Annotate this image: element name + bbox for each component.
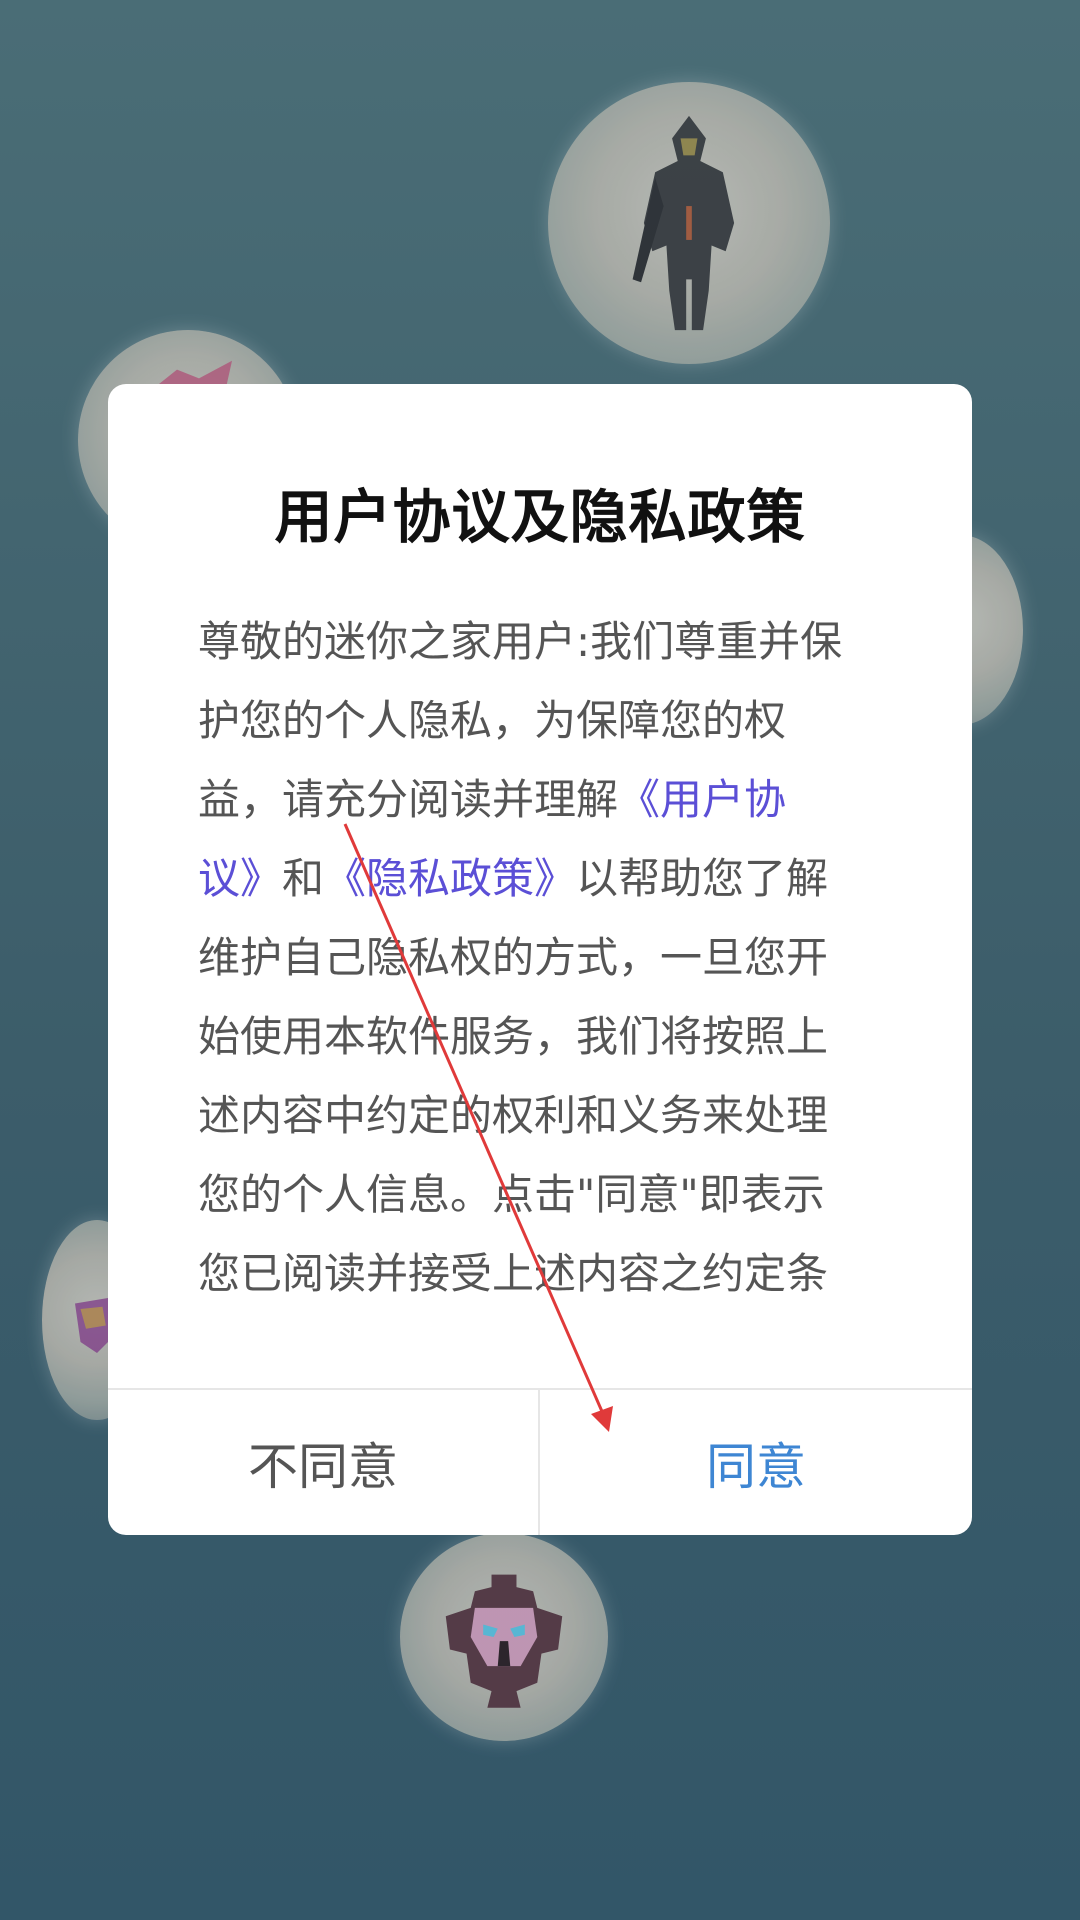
armored-knight-character-icon bbox=[548, 82, 830, 364]
agree-button[interactable]: 同意 bbox=[540, 1390, 972, 1535]
privacy-policy-link[interactable]: 《隐私政策》 bbox=[324, 854, 576, 903]
dialog-body-text: 尊敬的迷你之家用户:我们尊重并保护您的个人隐私，为保障您的权益，请充分阅读并理解… bbox=[198, 602, 848, 1313]
body-text-rest: 以帮助您了解维护自己隐私权的方式，一旦您开始使用本软件服务，我们将按照上述内容中… bbox=[198, 854, 829, 1298]
disagree-button[interactable]: 不同意 bbox=[108, 1390, 538, 1535]
masked-puzzle-character-icon bbox=[400, 1533, 608, 1741]
dialog-title: 用户协议及隐私政策 bbox=[274, 483, 806, 551]
body-text-and: 和 bbox=[282, 854, 325, 903]
